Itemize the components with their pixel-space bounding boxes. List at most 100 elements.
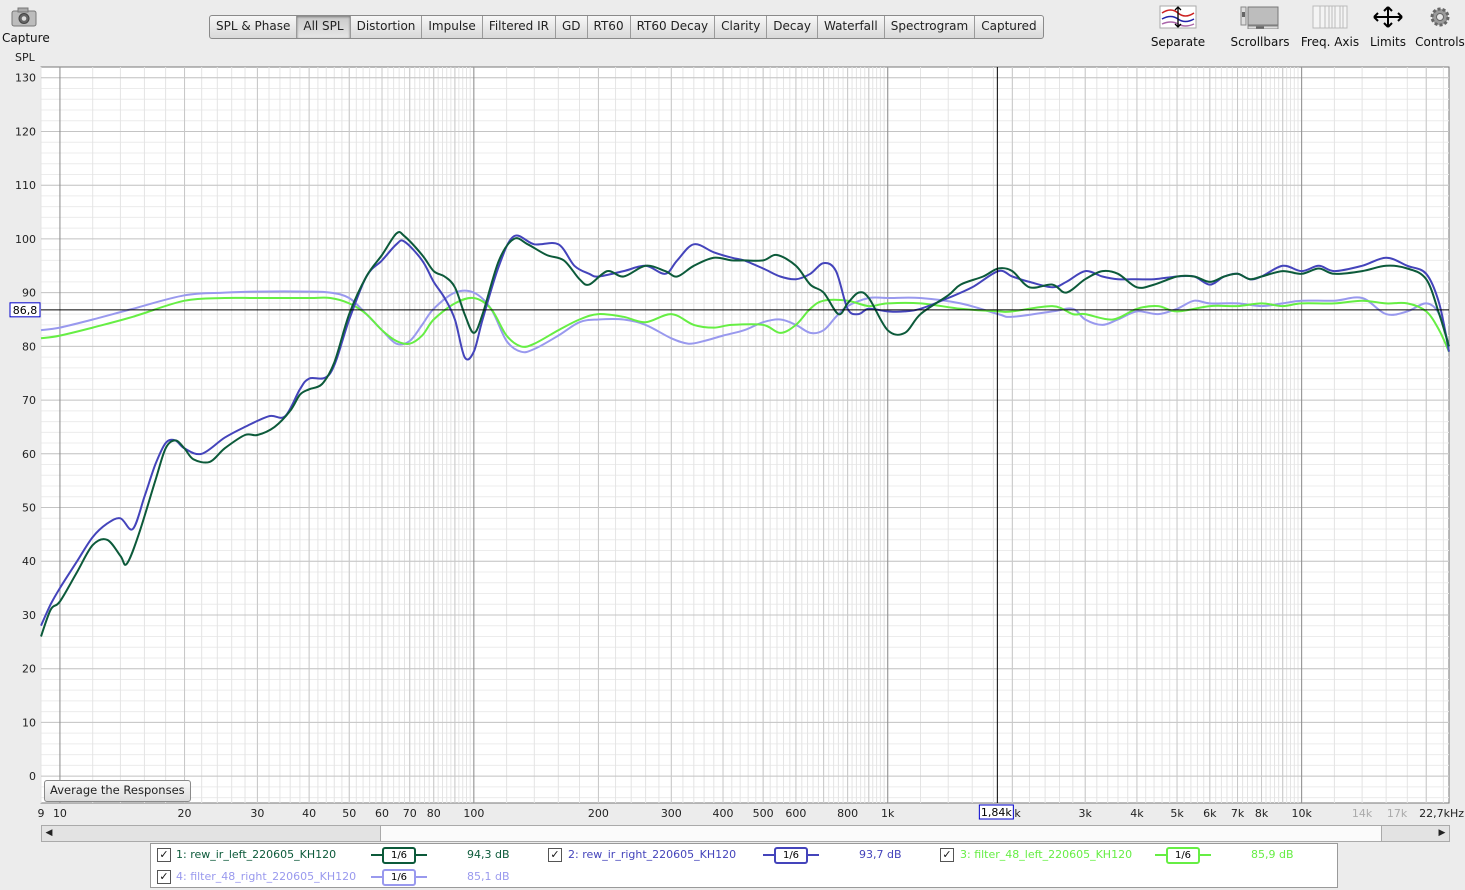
tab-filtered-ir[interactable]: Filtered IR [483, 16, 556, 38]
trace-4-smoothing[interactable]: 1/6 [382, 869, 416, 886]
trace-1-name[interactable]: 1: rew_ir_left_220605_KH120 [176, 848, 336, 861]
scrollbars-button[interactable]: Scrollbars [1227, 5, 1293, 49]
x-tick-label: 5k [1170, 807, 1184, 820]
x-tick-label: 50 [342, 807, 356, 820]
y-tick-label: 20 [22, 663, 36, 676]
y-tick-label: 10 [22, 716, 36, 729]
separate-button[interactable]: Separate [1146, 5, 1210, 49]
y-tick-label: 30 [22, 609, 36, 622]
scrollbars-icon [1240, 6, 1279, 29]
trace-3-value: 85,9 dB [1251, 848, 1294, 861]
x-tick-label: 40 [302, 807, 316, 820]
tab-rt60[interactable]: RT60 [588, 16, 631, 38]
y-tick-label: 80 [22, 340, 36, 353]
trace-1-checkbox[interactable]: ✓ [157, 848, 171, 862]
capture-label: Capture [2, 31, 50, 45]
svg-text:86,8: 86,8 [13, 304, 38, 317]
limits-label: Limits [1370, 35, 1406, 49]
y-tick-label: 0 [29, 770, 36, 783]
y-tick-label: 60 [22, 448, 36, 461]
scrollbars-label: Scrollbars [1230, 35, 1290, 49]
trace-2-value: 93,7 dB [859, 848, 902, 861]
x-tick-label: 800 [837, 807, 858, 820]
controls-label: Controls [1415, 35, 1465, 49]
x-tick-label: 10k [1291, 807, 1312, 820]
separate-icon [1159, 5, 1197, 29]
trace-1-smoothing[interactable]: 1/6 [382, 847, 416, 864]
x-tick-label: 3k [1079, 807, 1093, 820]
tab-clarity[interactable]: Clarity [715, 16, 768, 38]
y-tick-label: 40 [22, 555, 36, 568]
x-tick-label: 200 [588, 807, 609, 820]
trace-2-checkbox[interactable]: ✓ [548, 848, 562, 862]
trace-1-value: 94,3 dB [467, 848, 510, 861]
x-tick-label: 6k [1203, 807, 1217, 820]
x-tick-label-faded: 17k [1387, 807, 1408, 820]
tab-spl-phase[interactable]: SPL & Phase [210, 16, 298, 38]
controls-button[interactable]: Controls [1414, 5, 1465, 49]
scroll-left-arrow[interactable]: ◀ [42, 826, 56, 841]
y-tick-label: 120 [15, 125, 36, 138]
frequency-cursor-readout: 1,84k [978, 804, 1014, 820]
trace-4-checkbox[interactable]: ✓ [157, 870, 171, 884]
x-tick-label: 30 [250, 807, 264, 820]
limits-icon [1373, 6, 1403, 28]
x-tick-label: 60 [375, 807, 389, 820]
spl-plot[interactable]: 1301201101009080706050403020100 9 10 20 30 4… [0, 60, 1465, 825]
freq-axis-label: Freq. Axis [1300, 35, 1360, 49]
tab-decay[interactable]: Decay [767, 16, 818, 38]
tab-gd[interactable]: GD [556, 16, 588, 38]
scroll-right-arrow[interactable]: ▶ [1435, 826, 1449, 841]
scroll-thumb[interactable] [380, 826, 1382, 841]
x-tick-label: 22,7kHz [1419, 807, 1464, 820]
tab-spectrogram[interactable]: Spectrogram [885, 16, 976, 38]
capture-button[interactable]: Capture [2, 6, 50, 45]
tab-all-spl[interactable]: All SPL [297, 16, 351, 38]
x-tick-label: 10 [53, 807, 67, 820]
y-tick-label: 100 [15, 233, 36, 246]
average-responses-button[interactable]: Average the Responses [44, 780, 191, 802]
x-tick-label: 300 [661, 807, 682, 820]
x-tick-label: 100 [463, 807, 484, 820]
trace-4-value: 85,1 dB [467, 870, 510, 883]
trace-2-smoothing[interactable]: 1/6 [774, 847, 808, 864]
x-tick-label: 4k [1130, 807, 1144, 820]
trace-4-name[interactable]: 4: filter_48_right_220605_KH120 [176, 870, 356, 883]
horizontal-scrollbar[interactable]: ◀ ▶ [41, 825, 1450, 842]
graph-tabs: SPL & Phase All SPL Distortion Impulse Filte… [209, 15, 1044, 39]
tab-rt60-decay[interactable]: RT60 Decay [631, 16, 716, 38]
trace-legend: ✓ 1: rew_ir_left_220605_KH120 1/6 94,3 d… [150, 843, 1338, 888]
x-tick-label: 7k [1231, 807, 1245, 820]
x-tick-label: 1k [881, 807, 895, 820]
y-tick-label: 110 [15, 179, 36, 192]
tab-impulse[interactable]: Impulse [422, 16, 483, 38]
y-tick-label: 90 [22, 287, 36, 300]
x-tick-label: 400 [713, 807, 734, 820]
controls-gear-icon [1430, 7, 1450, 27]
y-tick-label: 50 [22, 502, 36, 515]
trace-3-smoothing[interactable]: 1/6 [1166, 847, 1200, 864]
x-tick-label: 9 [38, 807, 45, 820]
limits-button[interactable]: Limits [1365, 5, 1411, 49]
x-tick-label: 20 [178, 807, 192, 820]
tab-distortion[interactable]: Distortion [351, 16, 423, 38]
tab-waterfall[interactable]: Waterfall [818, 16, 885, 38]
separate-label: Separate [1150, 35, 1206, 49]
trace-3-checkbox[interactable]: ✓ [940, 848, 954, 862]
freq-axis-button[interactable]: Freq. Axis [1298, 5, 1362, 49]
level-cursor-readout: 86,8 [9, 302, 41, 318]
x-tick-label: 600 [785, 807, 806, 820]
y-tick-label: 130 [15, 72, 36, 85]
x-tick-label-faded: 14k [1352, 807, 1373, 820]
x-tick-label: 70 [403, 807, 417, 820]
tab-captured[interactable]: Captured [975, 16, 1042, 38]
x-tick-label: 8k [1255, 807, 1269, 820]
y-tick-label: 70 [22, 394, 36, 407]
freq-axis-icon [1312, 5, 1348, 29]
x-tick-label: 500 [753, 807, 774, 820]
svg-text:1,84k: 1,84k [981, 806, 1012, 819]
camera-icon [11, 7, 37, 27]
x-cursor-suffix: k [1014, 807, 1021, 820]
trace-2-name[interactable]: 2: rew_ir_right_220605_KH120 [568, 848, 736, 861]
trace-3-name[interactable]: 3: filter_48_left_220605_KH120 [960, 848, 1132, 861]
